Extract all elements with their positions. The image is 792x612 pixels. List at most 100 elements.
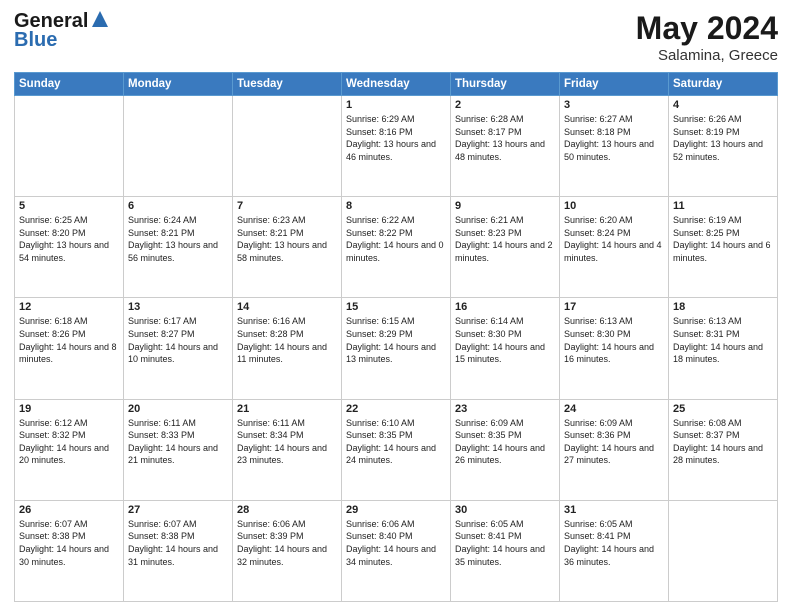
page-container: General Blue May 2024 Salamina, Greece S… (0, 0, 792, 612)
table-row: 12 Sunrise: 6:18 AM Sunset: 8:26 PM Dayli… (15, 298, 124, 399)
day-number: 23 (455, 403, 555, 415)
day-number: 15 (346, 301, 446, 313)
day-number: 24 (564, 403, 664, 415)
table-row: 6 Sunrise: 6:24 AM Sunset: 8:21 PM Daylig… (124, 197, 233, 298)
day-number: 6 (128, 200, 228, 212)
table-row: 20 Sunrise: 6:11 AM Sunset: 8:33 PM Dayli… (124, 399, 233, 500)
day-number: 18 (673, 301, 773, 313)
table-row: 30Sunrise: 6:05 AM Sunset: 8:41 PM Dayli… (451, 500, 560, 601)
cell-info: Sunrise: 6:13 AM Sunset: 8:31 PM Dayligh… (673, 315, 773, 365)
day-number: 12 (19, 301, 119, 313)
table-row: 1Sunrise: 6:29 AM Sunset: 8:16 PM Daylig… (342, 96, 451, 197)
logo-icon (90, 9, 110, 29)
cell-info: Sunrise: 6:27 AM Sunset: 8:18 PM Dayligh… (564, 113, 664, 163)
table-row: 5 Sunrise: 6:25 AM Sunset: 8:20 PM Daylig… (15, 197, 124, 298)
cell-info: Sunrise: 6:06 AM Sunset: 8:39 PM Dayligh… (237, 518, 337, 568)
day-number: 14 (237, 301, 337, 313)
day-number: 11 (673, 200, 773, 212)
day-number: 30 (455, 504, 555, 516)
table-row: 27 Sunrise: 6:07 AM Sunset: 8:38 PM Dayli… (124, 500, 233, 601)
table-row: 4 Sunrise: 6:26 AM Sunset: 8:19 PM Daylig… (669, 96, 778, 197)
cell-info: Sunrise: 6:19 AM Sunset: 8:25 PM Dayligh… (673, 214, 773, 264)
cell-info: Sunrise: 6:16 AM Sunset: 8:28 PM Dayligh… (237, 315, 337, 365)
table-row: 10Sunrise: 6:20 AM Sunset: 8:24 PM Dayli… (560, 197, 669, 298)
calendar-table: Sunday Monday Tuesday Wednesday Thursday… (14, 72, 778, 602)
table-row: 17Sunrise: 6:13 AM Sunset: 8:30 PM Dayli… (560, 298, 669, 399)
cell-info: Sunrise: 6:24 AM Sunset: 8:21 PM Dayligh… (128, 214, 228, 264)
cell-info: Sunrise: 6:06 AM Sunset: 8:40 PM Dayligh… (346, 518, 446, 568)
cell-info: Sunrise: 6:15 AM Sunset: 8:29 PM Dayligh… (346, 315, 446, 365)
location: Salamina, Greece (636, 47, 778, 64)
cell-info: Sunrise: 6:25 AM Sunset: 8:20 PM Dayligh… (19, 214, 119, 264)
cell-info: Sunrise: 6:22 AM Sunset: 8:22 PM Dayligh… (346, 214, 446, 264)
cell-info: Sunrise: 6:13 AM Sunset: 8:30 PM Dayligh… (564, 315, 664, 365)
table-row: 11 Sunrise: 6:19 AM Sunset: 8:25 PM Dayli… (669, 197, 778, 298)
day-number: 27 (128, 504, 228, 516)
table-row: 7 Sunrise: 6:23 AM Sunset: 8:21 PM Daylig… (233, 197, 342, 298)
calendar-week-row: 26 Sunrise: 6:07 AM Sunset: 8:38 PM Dayli… (15, 500, 778, 601)
cell-info: Sunrise: 6:23 AM Sunset: 8:21 PM Dayligh… (237, 214, 337, 264)
table-row: 28 Sunrise: 6:06 AM Sunset: 8:39 PM Dayli… (233, 500, 342, 601)
cell-info: Sunrise: 6:07 AM Sunset: 8:38 PM Dayligh… (128, 518, 228, 568)
table-row (15, 96, 124, 197)
table-row: 25Sunrise: 6:08 AM Sunset: 8:37 PM Dayli… (669, 399, 778, 500)
table-row: 18 Sunrise: 6:13 AM Sunset: 8:31 PM Dayli… (669, 298, 778, 399)
table-row: 24 Sunrise: 6:09 AM Sunset: 8:36 PM Dayli… (560, 399, 669, 500)
day-number: 20 (128, 403, 228, 415)
day-number: 25 (673, 403, 773, 415)
day-number: 3 (564, 99, 664, 111)
table-row: 23 Sunrise: 6:09 AM Sunset: 8:35 PM Dayli… (451, 399, 560, 500)
day-number: 8 (346, 200, 446, 212)
table-row: 22 Sunrise: 6:10 AM Sunset: 8:35 PM Dayli… (342, 399, 451, 500)
cell-info: Sunrise: 6:09 AM Sunset: 8:35 PM Dayligh… (455, 417, 555, 467)
cell-info: Sunrise: 6:10 AM Sunset: 8:35 PM Dayligh… (346, 417, 446, 467)
cell-info: Sunrise: 6:05 AM Sunset: 8:41 PM Dayligh… (564, 518, 664, 568)
day-number: 13 (128, 301, 228, 313)
table-row: 31 Sunrise: 6:05 AM Sunset: 8:41 PM Dayli… (560, 500, 669, 601)
day-number: 4 (673, 99, 773, 111)
header: General Blue May 2024 Salamina, Greece (14, 10, 778, 64)
table-row: 13Sunrise: 6:17 AM Sunset: 8:27 PM Dayli… (124, 298, 233, 399)
day-number: 2 (455, 99, 555, 111)
cell-info: Sunrise: 6:11 AM Sunset: 8:33 PM Dayligh… (128, 417, 228, 467)
month-year: May 2024 (636, 10, 778, 47)
cell-info: Sunrise: 6:12 AM Sunset: 8:32 PM Dayligh… (19, 417, 119, 467)
day-number: 22 (346, 403, 446, 415)
cell-info: Sunrise: 6:18 AM Sunset: 8:26 PM Dayligh… (19, 315, 119, 365)
calendar-week-row: 12 Sunrise: 6:18 AM Sunset: 8:26 PM Dayli… (15, 298, 778, 399)
table-row (669, 500, 778, 601)
day-number: 31 (564, 504, 664, 516)
day-number: 19 (19, 403, 119, 415)
day-number: 28 (237, 504, 337, 516)
day-number: 16 (455, 301, 555, 313)
title-section: May 2024 Salamina, Greece (636, 10, 778, 64)
table-row: 26Sunrise: 6:07 AM Sunset: 8:38 PM Dayli… (15, 500, 124, 601)
col-wednesday: Wednesday (342, 73, 451, 96)
day-number: 5 (19, 200, 119, 212)
day-number: 29 (346, 504, 446, 516)
cell-info: Sunrise: 6:11 AM Sunset: 8:34 PM Dayligh… (237, 417, 337, 467)
day-number: 10 (564, 200, 664, 212)
table-row: 8 Sunrise: 6:22 AM Sunset: 8:22 PM Daylig… (342, 197, 451, 298)
table-row: 19 Sunrise: 6:12 AM Sunset: 8:32 PM Dayli… (15, 399, 124, 500)
calendar-week-row: 19 Sunrise: 6:12 AM Sunset: 8:32 PM Dayli… (15, 399, 778, 500)
cell-info: Sunrise: 6:09 AM Sunset: 8:36 PM Dayligh… (564, 417, 664, 467)
col-friday: Friday (560, 73, 669, 96)
col-monday: Monday (124, 73, 233, 96)
day-number: 26 (19, 504, 119, 516)
table-row: 29 Sunrise: 6:06 AM Sunset: 8:40 PM Dayli… (342, 500, 451, 601)
table-row (233, 96, 342, 197)
calendar-week-row: 5 Sunrise: 6:25 AM Sunset: 8:20 PM Daylig… (15, 197, 778, 298)
day-number: 21 (237, 403, 337, 415)
day-number: 7 (237, 200, 337, 212)
col-sunday: Sunday (15, 73, 124, 96)
col-tuesday: Tuesday (233, 73, 342, 96)
table-row: 9Sunrise: 6:21 AM Sunset: 8:23 PM Daylig… (451, 197, 560, 298)
table-row: 2Sunrise: 6:28 AM Sunset: 8:17 PM Daylig… (451, 96, 560, 197)
calendar-week-row: 1Sunrise: 6:29 AM Sunset: 8:16 PM Daylig… (15, 96, 778, 197)
cell-info: Sunrise: 6:14 AM Sunset: 8:30 PM Dayligh… (455, 315, 555, 365)
table-row (124, 96, 233, 197)
calendar-header-row: Sunday Monday Tuesday Wednesday Thursday… (15, 73, 778, 96)
cell-info: Sunrise: 6:26 AM Sunset: 8:19 PM Dayligh… (673, 113, 773, 163)
table-row: 3 Sunrise: 6:27 AM Sunset: 8:18 PM Daylig… (560, 96, 669, 197)
